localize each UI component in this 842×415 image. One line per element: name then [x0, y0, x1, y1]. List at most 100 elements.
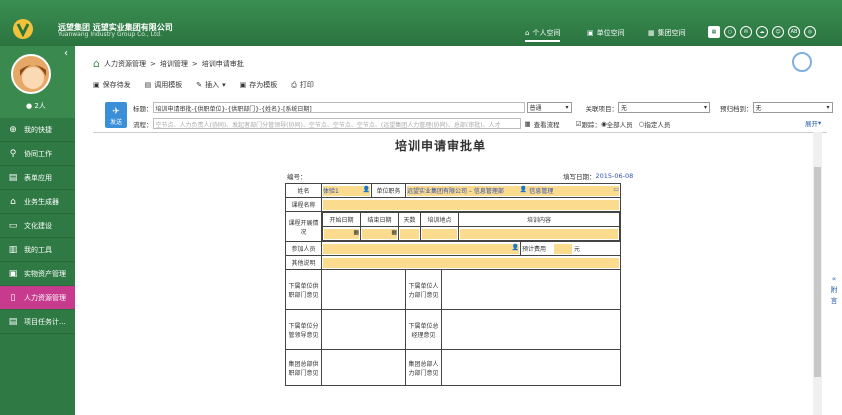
title-input[interactable]: 培训申请审批-{供职单位}-{供职部门}-{姓名}-[系统日期] — [152, 102, 525, 113]
chevron-down-icon: ▾ — [565, 104, 569, 111]
chevron-down-icon: ▾ — [222, 81, 226, 89]
opinion-field[interactable] — [441, 309, 621, 350]
asset-icon: ▣ — [8, 268, 18, 279]
opinion-field[interactable] — [321, 269, 406, 310]
brand-english: Yuanwang Industry Group Co., Ltd. — [58, 31, 163, 38]
sidebar-item-builder[interactable]: ⌂ 业务生成器 — [0, 190, 75, 214]
fill-date: 填写日期： 2015-06-08 — [563, 172, 634, 181]
form-icon: ▤ — [8, 172, 18, 183]
online-user-count: ● 2人 — [26, 102, 46, 110]
culture-icon: ▭ — [8, 220, 18, 231]
group-icon: ▦ — [648, 29, 655, 37]
ab-icon[interactable]: AB — [788, 26, 800, 38]
opinion-field[interactable] — [441, 349, 621, 386]
send-icon: ✈ — [112, 107, 120, 117]
calendar-icon: ▦ — [353, 228, 359, 236]
nav-personal-space[interactable]: ⌂ 个人空间 — [525, 28, 561, 42]
hr-icon: ▯ — [10, 292, 16, 303]
sidebar-item-hr[interactable]: ▯ 人力资源管理 — [0, 286, 75, 310]
days-field[interactable] — [400, 228, 419, 239]
sidebar-item-culture[interactable]: ▭ 文化建设 — [0, 214, 75, 238]
location-field[interactable] — [422, 228, 457, 239]
flow-icon: ▦ — [524, 119, 531, 128]
course-name-field[interactable] — [323, 199, 619, 210]
avatar[interactable] — [11, 54, 51, 94]
chevron-down-icon: ▾ — [703, 104, 707, 111]
other-notes-field[interactable] — [323, 257, 619, 268]
plus-icon: ⊕ — [9, 124, 17, 135]
settings-icon[interactable]: ◎ — [804, 26, 816, 38]
flow-input[interactable]: 空节点、人力负责人(协同)、发起者部门分管领导(协同)、空节点、空节点、空节点、… — [152, 118, 521, 129]
company-logo — [13, 19, 33, 39]
application-table: 姓名 体验1 👤 单位职务 远望实业集团有限公司 – 信息管理部 👤 信息管理 ▭ 课程… — [285, 183, 621, 386]
department-field[interactable]: 远望实业集团有限公司 – 信息管理部 👤 信息管理 ▭ — [407, 185, 619, 196]
user-icon[interactable]: ☺ — [772, 26, 784, 38]
expand-button[interactable]: 展开 ▾ — [805, 118, 821, 128]
opinion-field[interactable] — [321, 349, 406, 386]
builder-icon: ⌂ — [10, 196, 16, 207]
breadcrumb-item: 培训申请审批 — [201, 59, 244, 68]
toolbar: ▣ 保存待发 ▤ 调用模板 ✎ 插入 ▾ ▣ 存为模板 ⎙ 打印 — [93, 80, 314, 90]
breadcrumb-item[interactable]: 人力资源管理 — [104, 59, 146, 69]
user-icon: 👤 — [362, 185, 370, 193]
insert-button[interactable]: ✎ 插入 ▾ — [196, 80, 225, 90]
view-flow-button[interactable]: ▦ 查看流程 — [525, 119, 560, 129]
scrollbar-thumb[interactable] — [814, 167, 821, 377]
scrollbar[interactable] — [813, 132, 822, 415]
sidebar-item-cooperation[interactable]: ⚲ 协同工作 — [0, 142, 75, 166]
card-icon: ▭ — [613, 185, 619, 193]
training-detail-table: 开始日期 结束日期 天数 培训地点 培训内容 ▦ ▦ — [322, 212, 620, 241]
sidebar-item-project[interactable]: ▤ 项目任务计... — [0, 310, 75, 334]
top-bar: 远望集团 远望实业集团有限公司 Yuanwang Industry Group … — [0, 0, 842, 46]
home-icon[interactable]: ⌂ — [93, 57, 100, 70]
user-icon: 👤 — [511, 243, 519, 251]
related-project-select[interactable]: 无 ▾ — [618, 102, 710, 113]
sidebar-item-tools[interactable]: ▥ 我的工具 — [0, 238, 75, 262]
sidebar: ‹ ● 2人 ⊕ 我的快捷 ⚲ 协同工作 ▤ 表单应用 ⌂ 业务生成器 ▭ 文化建设 ▥ 我… — [0, 46, 75, 415]
start-date-field[interactable]: ▦ — [324, 228, 359, 239]
collapse-sidebar-icon[interactable]: ‹ — [64, 48, 68, 59]
save-draft-button[interactable]: ▣ 保存待发 — [93, 80, 131, 90]
clock-icon — [792, 52, 812, 72]
grid-icon[interactable]: ▦ — [708, 26, 720, 38]
opinion-field[interactable] — [441, 269, 621, 310]
content-field[interactable] — [460, 228, 618, 239]
save-icon: ▣ — [239, 81, 247, 89]
save-template-button[interactable]: ▣ 存为模板 — [240, 80, 278, 90]
print-icon: ⎙ — [291, 80, 297, 89]
priority-select[interactable]: 普通 ▾ — [526, 102, 572, 113]
cost-field[interactable] — [554, 243, 573, 254]
sidebar-item-shortcuts[interactable]: ⊕ 我的快捷 — [0, 118, 75, 142]
flow-row: 流程： 空节点、人力负责人(协同)、发起者部门分管领导(协同)、空节点、空节点、… — [133, 118, 671, 129]
opinion-field[interactable] — [321, 309, 406, 350]
user-panel: ‹ ● 2人 — [0, 46, 75, 118]
print-button[interactable]: ⎙ 打印 — [291, 80, 314, 90]
home-icon: ⌂ — [525, 29, 530, 37]
template-icon: ▤ — [144, 81, 152, 89]
archive-select[interactable]: 无 ▾ — [752, 102, 833, 113]
main-content: ⌂ 人力资源管理 > 培训管理 > 培训申请审批 ▣ 保存待发 ▤ 调用模板 ✎ 插入 ▾ … — [75, 46, 842, 415]
name-field[interactable]: 体验1 👤 — [323, 185, 370, 196]
header-icons: ▦ ○ ✉ ☁ ☺ AB ◎ — [708, 26, 816, 38]
send-button[interactable]: ✈ 发送 — [105, 102, 127, 128]
use-template-button[interactable]: ▤ 调用模板 — [145, 80, 183, 90]
chevron-down-icon: ▾ — [826, 104, 830, 111]
attachment-note-tab[interactable]: «附言 — [829, 274, 839, 307]
cloud-icon[interactable]: ☁ — [756, 26, 768, 38]
project-icon: ▤ — [8, 316, 18, 327]
doc-number: 编号： — [287, 173, 307, 181]
pencil-icon: ✎ — [196, 81, 203, 89]
participants-field[interactable]: 👤 — [323, 243, 519, 254]
save-icon: ▣ — [93, 81, 100, 89]
sidebar-item-assets[interactable]: ▣ 实物资产管理 — [0, 262, 75, 286]
message-icon[interactable]: ✉ — [740, 26, 752, 38]
nav-unit-space[interactable]: ▣ 单位空间 — [587, 28, 625, 38]
search-icon[interactable]: ○ — [724, 26, 736, 38]
breadcrumb: ⌂ 人力资源管理 > 培训管理 > 培训申请审批 — [93, 57, 244, 70]
doc-title: 培训申请审批单 — [395, 139, 487, 153]
calendar-icon: ▦ — [391, 228, 397, 236]
end-date-field[interactable]: ▦ — [362, 228, 397, 239]
breadcrumb-item[interactable]: 培训管理 — [160, 59, 188, 69]
sidebar-item-forms[interactable]: ▤ 表单应用 — [0, 166, 75, 190]
nav-group-space[interactable]: ▦ 集团空间 — [648, 28, 686, 38]
